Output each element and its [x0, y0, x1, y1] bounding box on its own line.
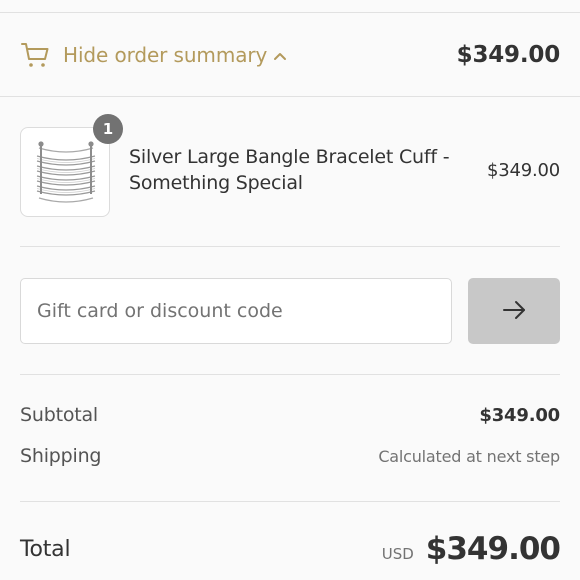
divider [0, 96, 580, 97]
quantity-badge: 1 [93, 114, 123, 144]
discount-code-input[interactable] [20, 278, 452, 344]
cart-icon [20, 40, 50, 70]
divider [20, 501, 560, 502]
bangle-bracelet-image [36, 141, 96, 203]
arrow-right-icon [501, 297, 527, 326]
order-summary-toggle[interactable]: Hide order summary $349.00 [0, 13, 580, 97]
hide-order-summary-label: Hide order summary [63, 43, 268, 67]
currency-code: USD [381, 545, 414, 563]
total-row: Total USD $349.00 [20, 527, 561, 571]
order-summary-panel: Hide order summary $349.00 1 Silver Larg… [0, 0, 580, 580]
product-price: $349.00 [486, 160, 560, 181]
subtotal-value: $349.00 [479, 405, 560, 426]
summary-total-price: $349.00 [456, 42, 561, 68]
total-amount-group: USD $349.00 [381, 531, 561, 567]
divider [20, 374, 560, 375]
total-value: $349.00 [425, 531, 561, 567]
subtotal-row: Subtotal $349.00 [20, 404, 560, 426]
total-label: Total [20, 536, 71, 562]
shipping-label: Shipping [20, 445, 102, 467]
product-thumbnail [20, 127, 110, 217]
subtotal-label: Subtotal [20, 404, 99, 426]
divider [20, 246, 560, 247]
chevron-up-icon [273, 48, 287, 62]
shipping-value: Calculated at next step [378, 447, 560, 466]
shipping-row: Shipping Calculated at next step [20, 445, 560, 467]
product-name: Silver Large Bangle Bracelet Cuff - Some… [129, 146, 450, 194]
apply-discount-button[interactable] [468, 278, 560, 344]
line-item: 1 Silver Large Bangle Bracelet Cuff - So… [20, 114, 560, 217]
toggle-left-group: Hide order summary [20, 40, 287, 70]
